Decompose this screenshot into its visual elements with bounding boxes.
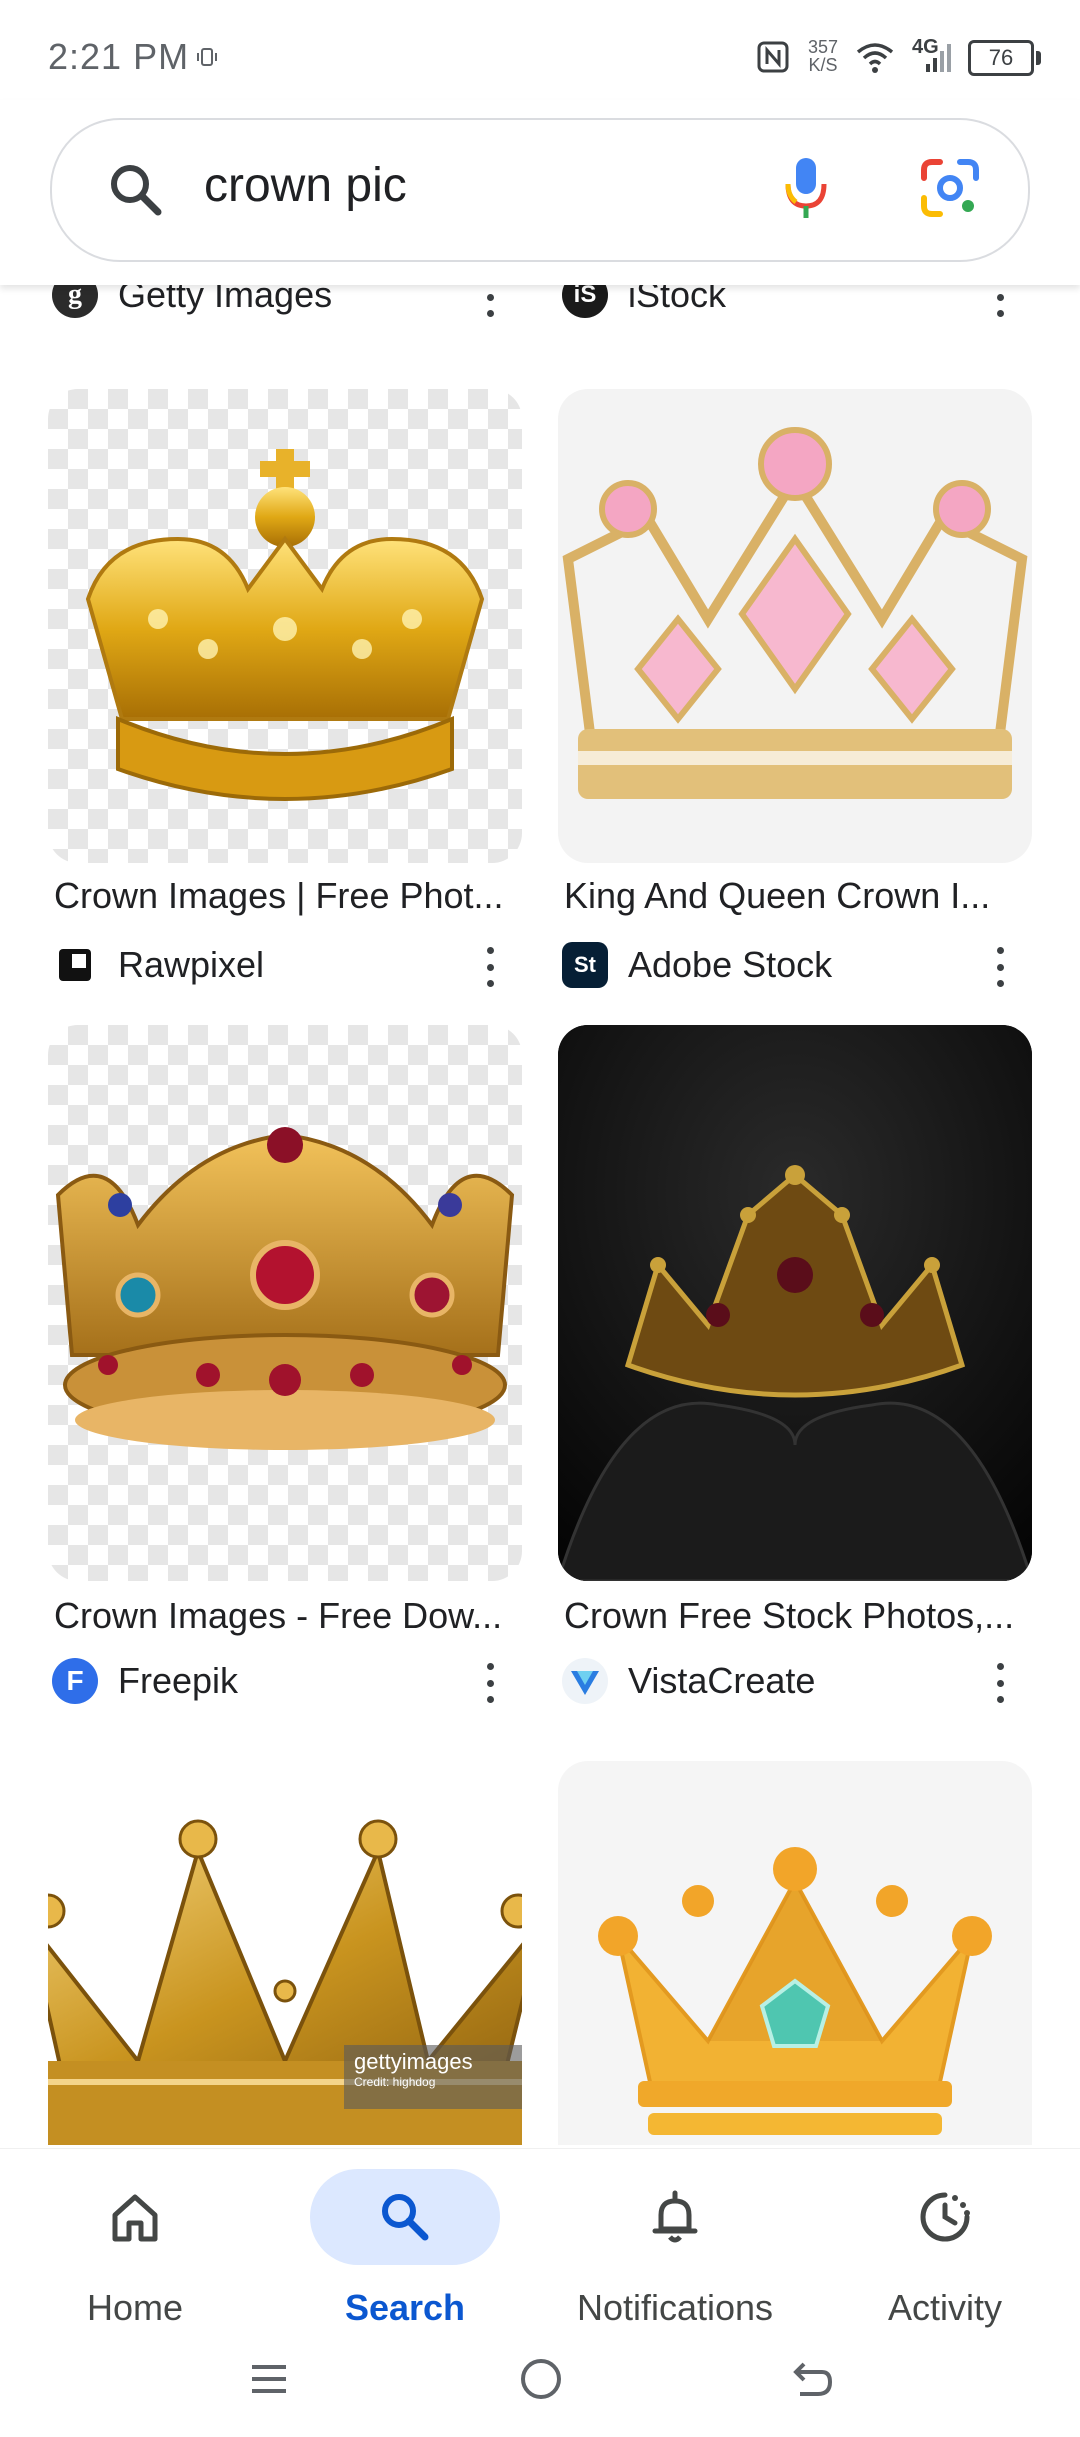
back-icon[interactable] (790, 2356, 836, 2402)
istock-logo-icon: iS (562, 285, 608, 318)
result-image-dark-crown[interactable] (558, 1025, 1032, 1581)
result-title[interactable]: Crown Images - Free Dow... (54, 1595, 524, 1637)
net-speed-value: 357 (808, 37, 839, 57)
crown-image (85, 449, 485, 801)
source-name: Adobe Stock (628, 944, 833, 985)
net-speed: 357 K/S (808, 38, 838, 74)
result-source[interactable]: St Adobe Stock (562, 935, 832, 995)
home-icon (112, 2194, 158, 2242)
crown-image (55, 1127, 515, 1450)
result-source-getty[interactable]: g Getty Images (52, 285, 332, 325)
crown-image (558, 1025, 1032, 1581)
adobe-stock-logo-icon: St (562, 942, 608, 988)
getty-watermark: gettyimages Credit: highdog (344, 2045, 522, 2109)
more-options-icon[interactable] (480, 285, 500, 317)
result-source[interactable]: Rawpixel (52, 935, 264, 995)
bell-icon (652, 2190, 698, 2243)
crown-image (562, 427, 1028, 799)
search-icon[interactable] (106, 160, 166, 220)
more-options-icon[interactable] (480, 947, 500, 987)
search-icon (382, 2194, 429, 2241)
nav-label: Home (86, 2287, 184, 2328)
result-title[interactable]: Crown Free Stock Photos,... (564, 1595, 1034, 1637)
google-lens-icon[interactable] (918, 156, 982, 220)
wifi-icon (856, 43, 894, 73)
nav-label: Search (344, 2287, 466, 2328)
home-system-icon[interactable] (518, 2356, 564, 2402)
mic-icon[interactable] (782, 154, 830, 224)
result-image-gold-crown[interactable] (48, 389, 522, 863)
getty-logo-icon: g (52, 285, 98, 318)
nav-search[interactable]: Search (270, 2159, 540, 2349)
result-image-flat-crown[interactable] (558, 1761, 1032, 2145)
more-options-icon[interactable] (990, 285, 1010, 317)
search-query[interactable]: crown pic (204, 158, 407, 213)
result-image-jeweled-crown[interactable] (48, 1025, 522, 1581)
result-source[interactable]: F Freepik (52, 1651, 238, 1711)
more-options-icon[interactable] (990, 1663, 1010, 1703)
nav-activity[interactable]: Activity (810, 2159, 1080, 2349)
battery-indicator: 76 (968, 40, 1041, 76)
vistacreate-logo-icon (562, 1658, 608, 1704)
vibrate-icon (197, 48, 217, 66)
more-options-icon[interactable] (480, 1663, 500, 1703)
status-time: 2:21 PM (48, 36, 190, 77)
net-speed-unit: K/S (808, 55, 838, 75)
source-name: Getty Images (118, 285, 333, 315)
nav-home[interactable]: Home (0, 2159, 270, 2349)
nav-label: Notifications (576, 2287, 774, 2328)
source-name: VistaCreate (628, 1660, 816, 1701)
status-bar: 2:21 PM 357 K/S 4G 76 (0, 0, 1080, 100)
freepik-logo-icon: F (52, 1658, 98, 1704)
nfc-icon (757, 41, 789, 73)
result-source-istock[interactable]: iS iStock (562, 285, 726, 325)
activity-icon (920, 2192, 970, 2242)
nav-label: Activity (887, 2287, 1002, 2328)
search-header: crown pic (0, 100, 1080, 285)
result-title[interactable]: King And Queen Crown I... (564, 875, 1034, 917)
crown-image (598, 1847, 992, 2135)
source-name: Freepik (118, 1660, 239, 1701)
recent-apps-icon[interactable] (248, 2358, 290, 2400)
image-results-grid: g Getty Images iS iStock Crown Images | … (0, 285, 1080, 2145)
result-source[interactable]: VistaCreate (562, 1651, 815, 1711)
more-options-icon[interactable] (990, 947, 1010, 987)
rawpixel-logo-icon (59, 949, 91, 981)
source-name: iStock (628, 285, 727, 315)
watermark-text: gettyimages (354, 2049, 473, 2074)
source-name: Rawpixel (118, 944, 265, 985)
search-bar[interactable]: crown pic (50, 118, 1030, 262)
result-image-pink-gem-crown[interactable] (558, 389, 1032, 863)
signal-icon (926, 44, 951, 72)
result-image-gold-crown-getty[interactable]: gettyimages Credit: highdog (48, 1761, 522, 2145)
nav-notifications[interactable]: Notifications (540, 2159, 810, 2349)
watermark-credit: Credit: highdog (354, 2075, 436, 2089)
result-title[interactable]: Crown Images | Free Phot... (54, 875, 524, 917)
